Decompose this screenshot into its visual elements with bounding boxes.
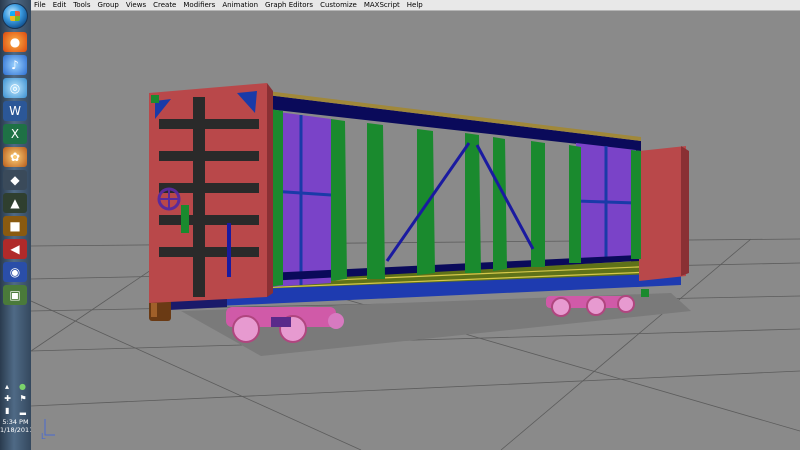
clock-time: 5:34 PM [2,418,29,426]
clock-date: 1/18/2011 [0,426,34,434]
rear-end-wall [639,146,686,281]
end-wall-post [193,97,205,297]
end-handrail [227,223,231,277]
tray-app-icon[interactable]: ● [19,382,26,391]
coupler-knuckle [151,303,157,317]
clock[interactable]: 5:34 PM 1/18/2011 [0,418,34,434]
corner-step-rear [641,289,649,297]
network-tray-icon[interactable]: ✚ [4,394,11,403]
menu-customize[interactable]: Customize [317,0,361,10]
game-icon-3[interactable]: ■ [3,216,27,236]
axis-label: L [41,432,46,441]
app-icon[interactable]: ▣ [3,285,27,305]
menu-animation[interactable]: Animation [219,0,262,10]
word-icon[interactable]: W [3,101,27,121]
menu-file[interactable]: File [31,0,50,10]
menu-help[interactable]: Help [404,0,427,10]
perspective-viewport[interactable]: L [31,11,800,450]
menu-modifiers[interactable]: Modifiers [180,0,219,10]
system-tray: ▴ ● ✚ ⚑ ▮ ▂ 5:34 PM 1/18/2011 [0,380,34,450]
flag-icon[interactable]: ⚑ [20,394,27,403]
battery-icon[interactable]: ▮ [5,406,9,415]
game-icon-2[interactable]: ▲ [3,193,27,213]
signal-icon[interactable]: ▂ [20,406,26,415]
menu-create[interactable]: Create [150,0,180,10]
network-icon[interactable]: ◎ [3,78,27,98]
game-icon[interactable]: ◆ [3,170,27,190]
axis-gizmo [44,419,55,436]
menu-tools[interactable]: Tools [70,0,94,10]
front-end-wall-edge [267,83,273,297]
photo-app-icon[interactable]: ✿ [3,147,27,167]
start-button[interactable] [2,3,28,29]
menu-bar: File Edit Tools Group Views Create Modif… [31,0,800,11]
firefox-icon[interactable]: ● [3,32,27,52]
excel-icon[interactable]: X [3,124,27,144]
menu-maxscript[interactable]: MAXScript [361,0,404,10]
end-ladder-grab [181,205,189,233]
diagonal-braces [385,142,535,262]
webcam-icon[interactable]: ◉ [3,262,27,282]
rear-end-wall-side [681,146,689,276]
menu-views[interactable]: Views [123,0,150,10]
tray-arrow-icon[interactable]: ▴ [5,382,9,391]
viewport-scene: L [31,83,800,450]
windows-taskbar: ● ♪ ◎ W X ✿ ◆ ▲ ■ ◀ ◉ ▣ ▴ ● ✚ ⚑ ▮ ▂ 5:34… [0,0,34,450]
menu-group[interactable]: Group [95,0,123,10]
taskbar-icons: ● ♪ ◎ W X ✿ ◆ ▲ ■ ◀ ◉ ▣ [3,32,28,308]
volume-icon[interactable]: ◀ [3,239,27,259]
menu-graph-editors[interactable]: Graph Editors [262,0,317,10]
corner-step [151,95,159,103]
itunes-icon[interactable]: ♪ [3,55,27,75]
menu-edit[interactable]: Edit [50,0,71,10]
